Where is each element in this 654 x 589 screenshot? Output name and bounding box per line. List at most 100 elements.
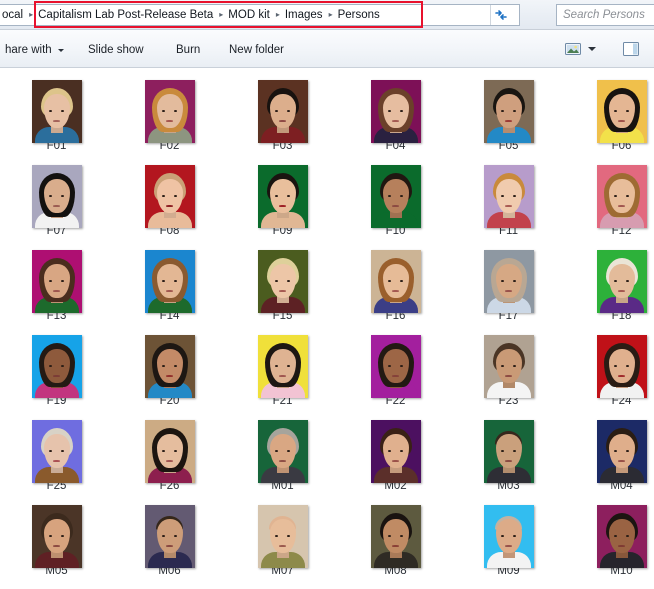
preview-pane-icon[interactable] xyxy=(620,38,642,60)
thumbnail[interactable] xyxy=(483,335,534,398)
file-item[interactable]: F04 xyxy=(339,68,452,153)
thumbnail[interactable] xyxy=(483,420,534,483)
thumbnail[interactable] xyxy=(596,335,647,398)
file-item[interactable]: F14 xyxy=(113,238,226,323)
thumbnail[interactable] xyxy=(257,165,308,228)
portrait-thumbnail-image xyxy=(596,420,647,483)
thumbnail[interactable] xyxy=(31,250,82,313)
thumbnail[interactable] xyxy=(31,420,82,483)
file-item[interactable]: F16 xyxy=(339,238,452,323)
file-item[interactable]: M10 xyxy=(565,493,654,578)
change-view-icon[interactable] xyxy=(563,39,583,59)
portrait-mouth xyxy=(279,205,286,207)
thumbnail[interactable] xyxy=(370,505,421,568)
burn-button[interactable]: Burn xyxy=(171,39,205,61)
file-item[interactable]: F25 xyxy=(0,408,113,493)
file-item[interactable]: F10 xyxy=(339,153,452,238)
thumbnail[interactable] xyxy=(31,165,82,228)
thumbnail[interactable] xyxy=(370,80,421,143)
portrait-thumbnail-image xyxy=(370,80,421,143)
thumbnail[interactable] xyxy=(144,80,195,143)
new-folder-button[interactable]: New folder xyxy=(224,39,289,61)
thumbnail[interactable] xyxy=(257,420,308,483)
thumbnail[interactable] xyxy=(257,335,308,398)
search-input[interactable]: Search Persons xyxy=(556,4,654,26)
file-item[interactable]: F20 xyxy=(113,323,226,408)
thumbnail[interactable] xyxy=(483,80,534,143)
file-item[interactable]: F19 xyxy=(0,323,113,408)
thumbnail[interactable] xyxy=(144,335,195,398)
file-item[interactable]: M01 xyxy=(226,408,339,493)
thumbnail[interactable] xyxy=(596,165,647,228)
thumbnail[interactable] xyxy=(31,80,82,143)
thumbnail[interactable] xyxy=(144,420,195,483)
file-item[interactable]: F22 xyxy=(339,323,452,408)
thumbnail[interactable] xyxy=(144,250,195,313)
refresh-icon[interactable] xyxy=(490,5,511,25)
file-item[interactable]: F15 xyxy=(226,238,339,323)
breadcrumb-separator-icon: ▸ xyxy=(29,10,34,19)
breadcrumb-item-mod-kit[interactable]: MOD kit xyxy=(225,5,273,25)
thumbnail[interactable] xyxy=(257,80,308,143)
file-item[interactable]: F12 xyxy=(565,153,654,238)
breadcrumb-item-clipped[interactable]: ocal xyxy=(0,5,26,25)
file-item[interactable]: F08 xyxy=(113,153,226,238)
breadcrumb-item-images[interactable]: Images xyxy=(282,5,326,25)
portrait-eye-left xyxy=(48,450,52,452)
thumbnail[interactable] xyxy=(483,250,534,313)
portrait-eye-right xyxy=(625,450,629,452)
file-item[interactable]: F05 xyxy=(452,68,565,153)
thumbnail[interactable] xyxy=(596,250,647,313)
thumbnail[interactable] xyxy=(31,505,82,568)
chevron-down-icon[interactable] xyxy=(588,47,596,51)
file-item[interactable]: M04 xyxy=(565,408,654,493)
thumbnail[interactable] xyxy=(144,505,195,568)
thumbnail[interactable] xyxy=(596,420,647,483)
thumbnail[interactable] xyxy=(144,165,195,228)
file-item[interactable]: F26 xyxy=(113,408,226,493)
portrait-eye-left xyxy=(161,110,165,112)
thumbnail[interactable] xyxy=(257,250,308,313)
thumbnail[interactable] xyxy=(370,420,421,483)
file-item[interactable]: F01 xyxy=(0,68,113,153)
file-item[interactable]: F06 xyxy=(565,68,654,153)
file-item[interactable]: M07 xyxy=(226,493,339,578)
file-item[interactable]: F11 xyxy=(452,153,565,238)
file-item[interactable]: M08 xyxy=(339,493,452,578)
breadcrumb-item-capitalism-lab-post-release-beta[interactable]: Capitalism Lab Post-Release Beta xyxy=(35,5,216,25)
thumbnail[interactable] xyxy=(31,335,82,398)
file-item[interactable]: F03 xyxy=(226,68,339,153)
thumbnail[interactable] xyxy=(370,335,421,398)
file-item[interactable]: M03 xyxy=(452,408,565,493)
slide-show-button[interactable]: Slide show xyxy=(83,39,149,61)
thumbnail[interactable] xyxy=(596,505,647,568)
file-item[interactable]: M05 xyxy=(0,493,113,578)
file-item[interactable]: F13 xyxy=(0,238,113,323)
portrait-eye-right xyxy=(60,450,64,452)
thumbnail[interactable] xyxy=(257,505,308,568)
file-item[interactable]: F07 xyxy=(0,153,113,238)
thumbnail[interactable] xyxy=(596,80,647,143)
file-item[interactable]: M02 xyxy=(339,408,452,493)
portrait-thumbnail-image xyxy=(370,335,421,398)
thumbnail[interactable] xyxy=(370,165,421,228)
file-item[interactable]: M09 xyxy=(452,493,565,578)
thumbnail[interactable] xyxy=(370,250,421,313)
portrait-eye-left xyxy=(500,280,504,282)
portrait-mouth xyxy=(505,545,512,547)
portrait-mouth xyxy=(53,375,60,377)
file-list-pane[interactable]: F01 F02 F03 F04 F05 F06 F07 F08 F09 F10 F11 F12 F13 F… xyxy=(0,68,654,589)
file-item[interactable]: M06 xyxy=(113,493,226,578)
breadcrumb-item-persons[interactable]: Persons xyxy=(335,5,383,25)
breadcrumb[interactable]: ocal ▸ Capitalism Lab Post-Release Beta … xyxy=(0,4,520,26)
file-item[interactable]: F02 xyxy=(113,68,226,153)
file-item[interactable]: F24 xyxy=(565,323,654,408)
file-item[interactable]: F09 xyxy=(226,153,339,238)
file-item[interactable]: F18 xyxy=(565,238,654,323)
thumbnail[interactable] xyxy=(483,505,534,568)
share-with-button[interactable]: hare with xyxy=(0,39,69,61)
file-item[interactable]: F21 xyxy=(226,323,339,408)
thumbnail[interactable] xyxy=(483,165,534,228)
file-item[interactable]: F17 xyxy=(452,238,565,323)
file-item[interactable]: F23 xyxy=(452,323,565,408)
